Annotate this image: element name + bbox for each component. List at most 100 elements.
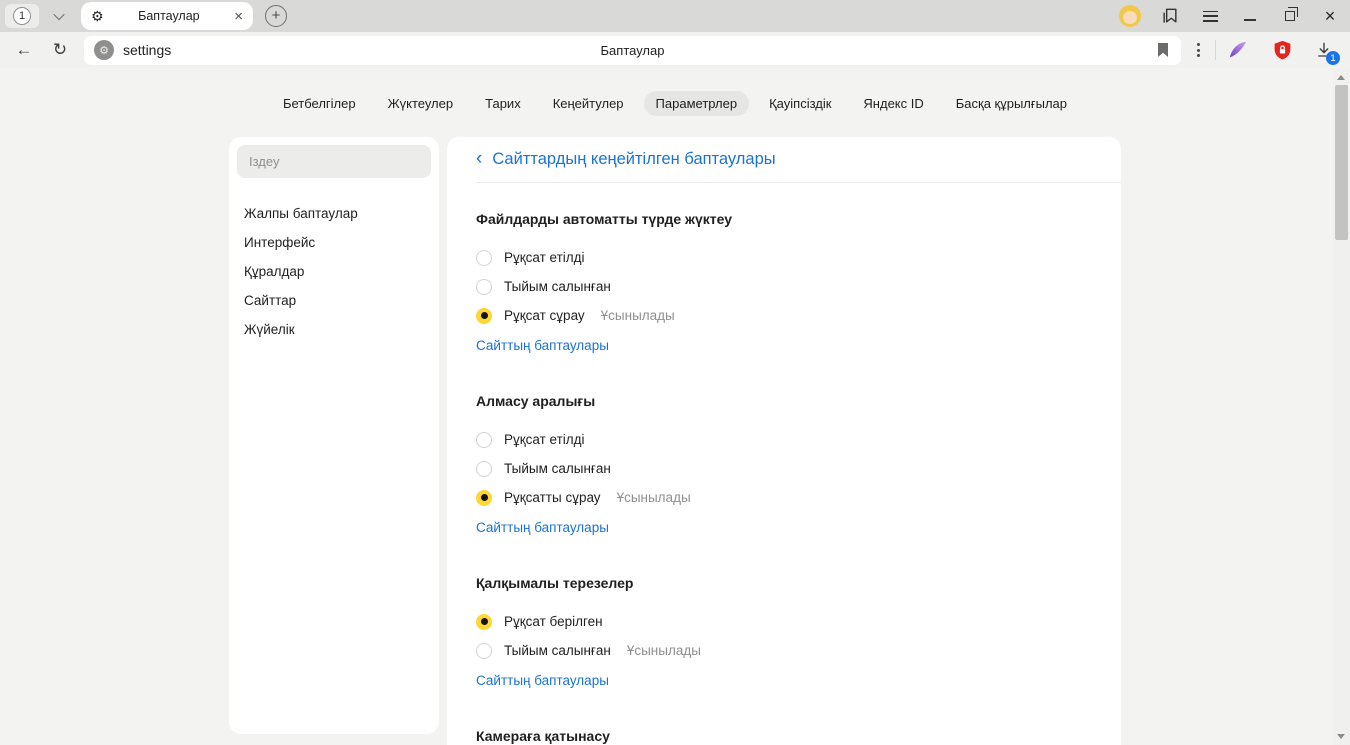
minimize-icon (1244, 19, 1256, 21)
download-count-badge: 1 (1326, 51, 1340, 65)
section-title: Қалқымалы терезелер (476, 575, 1121, 591)
radio-unselected-icon[interactable] (476, 461, 492, 477)
section-title: Камераға қатынасу (476, 728, 1121, 744)
radio-unselected-icon[interactable] (476, 432, 492, 448)
radio-unselected-icon[interactable] (476, 250, 492, 266)
radio-option[interactable]: Рұқсатты сұрау Ұсынылады (476, 483, 1121, 512)
tab-close-icon[interactable]: × (234, 9, 243, 24)
scroll-up-icon[interactable] (1337, 75, 1345, 80)
sidebar-item[interactable]: Интерфейс (244, 228, 431, 257)
radio-option-label: Рұқсатты сұрау (504, 490, 601, 505)
window-minimize-button[interactable] (1230, 0, 1270, 32)
scroll-down-icon[interactable] (1337, 734, 1345, 739)
page-title: Сайттардың кеңейтілген баптаулары (492, 150, 775, 169)
chevron-down-icon (53, 9, 64, 20)
tab-groups-button[interactable] (1150, 0, 1190, 32)
site-settings-link[interactable]: Сайттың баптаулары (476, 338, 609, 353)
feather-icon (1227, 39, 1249, 61)
new-tab-button[interactable]: + (265, 5, 287, 27)
radio-option[interactable]: Рұқсат сұрау Ұсынылады (476, 301, 1121, 330)
back-chevron-icon[interactable]: ‹ (476, 149, 482, 170)
site-favicon-icon: ⚙ (94, 40, 114, 60)
section-title: Алмасу аралығы (476, 393, 1121, 409)
browser-tab-bar: 1 ⚙ Баптаулар × + × (0, 0, 1350, 32)
address-bar-menu-button[interactable] (1181, 32, 1215, 68)
sidebar-item[interactable]: Құралдар (244, 257, 431, 286)
radio-option[interactable]: Тыйым салынған (476, 272, 1121, 301)
browser-menu-button[interactable] (1190, 0, 1230, 32)
radio-selected-icon[interactable] (476, 490, 492, 506)
radio-selected-icon[interactable] (476, 614, 492, 630)
page-scrollbar[interactable] (1333, 68, 1350, 745)
tab-count: 1 (13, 7, 31, 25)
back-button[interactable]: ← (6, 32, 42, 68)
settings-sidebar: Жалпы баптауларИнтерфейсҚұралдарСайттарЖ… (229, 137, 439, 734)
nav-tab-бетбелгілер[interactable]: Бетбелгілер (271, 91, 368, 116)
recommended-hint: Ұсынылады (601, 308, 675, 323)
radio-unselected-icon[interactable] (476, 643, 492, 659)
tab-counter-button[interactable]: 1 (5, 4, 39, 28)
protect-shield-button[interactable] (1260, 34, 1304, 66)
nav-tab-тарих[interactable]: Тарих (473, 91, 533, 116)
radio-selected-icon[interactable] (476, 308, 492, 324)
neiro-feather-button[interactable] (1216, 34, 1260, 66)
restore-icon (1285, 11, 1295, 21)
downloads-button[interactable]: 1 (1304, 32, 1344, 68)
url-text: settings (123, 42, 171, 58)
radio-option[interactable]: Тыйым салынған (476, 454, 1121, 483)
sidebar-item[interactable]: Жалпы баптаулар (244, 199, 431, 228)
radio-option[interactable]: Рұқсат етілді (476, 243, 1121, 272)
settings-section: Камераға қатынасуov9734_azurewave_camera… (476, 728, 1121, 745)
settings-section: Алмасу аралығы Рұқсат етілді Тыйым салынға… (476, 393, 1121, 537)
address-bar-row: ← ↻ ⚙ settings Баптаулар 1 (0, 32, 1350, 68)
settings-section: Файлдарды автоматты түрде жүктеу Рұқсат е… (476, 211, 1121, 355)
nav-tab-қауіпсіздік[interactable]: Қауіпсіздік (757, 91, 843, 116)
sidebar-item[interactable]: Жүйелік (244, 315, 431, 344)
radio-option[interactable]: Рұқсат етілді (476, 425, 1121, 454)
settings-main-panel: ‹ Сайттардың кеңейтілген баптаулары Файл… (447, 137, 1121, 745)
section-title: Файлдарды автоматты түрде жүктеу (476, 211, 1121, 227)
nav-tab-кеңейтулер[interactable]: Кеңейтулер (541, 91, 636, 116)
radio-unselected-icon[interactable] (476, 279, 492, 295)
window-close-icon: × (1325, 7, 1336, 25)
scrollbar-thumb[interactable] (1335, 85, 1348, 240)
settings-section: Қалқымалы терезелер Рұқсат берілген Тыйым … (476, 575, 1121, 690)
browser-tab-settings[interactable]: ⚙ Баптаулар × (81, 2, 253, 30)
nav-tab-басқа-құрылғылар[interactable]: Басқа құрылғылар (944, 91, 1079, 116)
settings-sections: Файлдарды автоматты түрде жүктеу Рұқсат е… (476, 211, 1121, 745)
tab-list-chevron-button[interactable] (45, 4, 73, 28)
site-settings-link[interactable]: Сайттың баптаулары (476, 673, 609, 688)
nav-tab-яндекс-id[interactable]: Яндекс ID (851, 91, 935, 116)
avatar (1119, 5, 1141, 27)
recommended-hint: Ұсынылады (617, 490, 691, 505)
window-close-button[interactable]: × (1310, 0, 1350, 32)
reload-button[interactable]: ↻ (42, 32, 78, 68)
profile-avatar-button[interactable] (1110, 0, 1150, 32)
address-bar[interactable]: ⚙ settings Баптаулар (84, 36, 1181, 65)
radio-option-label: Рұқсат сұрау (504, 308, 585, 323)
nav-tab-жүктеулер[interactable]: Жүктеулер (376, 91, 466, 116)
radio-option[interactable]: Рұқсат берілген (476, 607, 1121, 636)
search-input[interactable] (237, 145, 431, 178)
site-settings-link[interactable]: Сайттың баптаулары (476, 520, 609, 535)
address-bar-page-title: Баптаулар (84, 43, 1181, 58)
radio-option[interactable]: Тыйым салынған Ұсынылады (476, 636, 1121, 665)
bookmark-flag-button[interactable] (1155, 41, 1171, 59)
radio-option-label: Тыйым салынған (504, 279, 611, 294)
sidebar-item[interactable]: Сайттар (244, 286, 431, 315)
tab-groups-icon (1160, 6, 1180, 26)
radio-option-label: Рұқсат етілді (504, 432, 585, 447)
radio-option-label: Тыйым салынған (504, 461, 611, 476)
sidebar-items: Жалпы баптауларИнтерфейсҚұралдарСайттарЖ… (237, 199, 431, 344)
page-heading-row[interactable]: ‹ Сайттардың кеңейтілген баптаулары (476, 137, 1121, 183)
window-restore-button[interactable] (1270, 0, 1310, 32)
nav-tab-параметрлер[interactable]: Параметрлер (644, 91, 750, 116)
protect-shield-icon (1272, 39, 1293, 61)
radio-option-label: Тыйым салынған (504, 643, 611, 658)
bookmark-flag-icon (1155, 41, 1171, 59)
radio-option-label: Рұқсат берілген (504, 614, 603, 629)
radio-option-label: Рұқсат етілді (504, 250, 585, 265)
hamburger-icon (1203, 11, 1218, 22)
recommended-hint: Ұсынылады (627, 643, 701, 658)
settings-nav-tabs: Бетбелгілер Жүктеулер Тарих Кеңейтулер Парам… (0, 68, 1350, 116)
